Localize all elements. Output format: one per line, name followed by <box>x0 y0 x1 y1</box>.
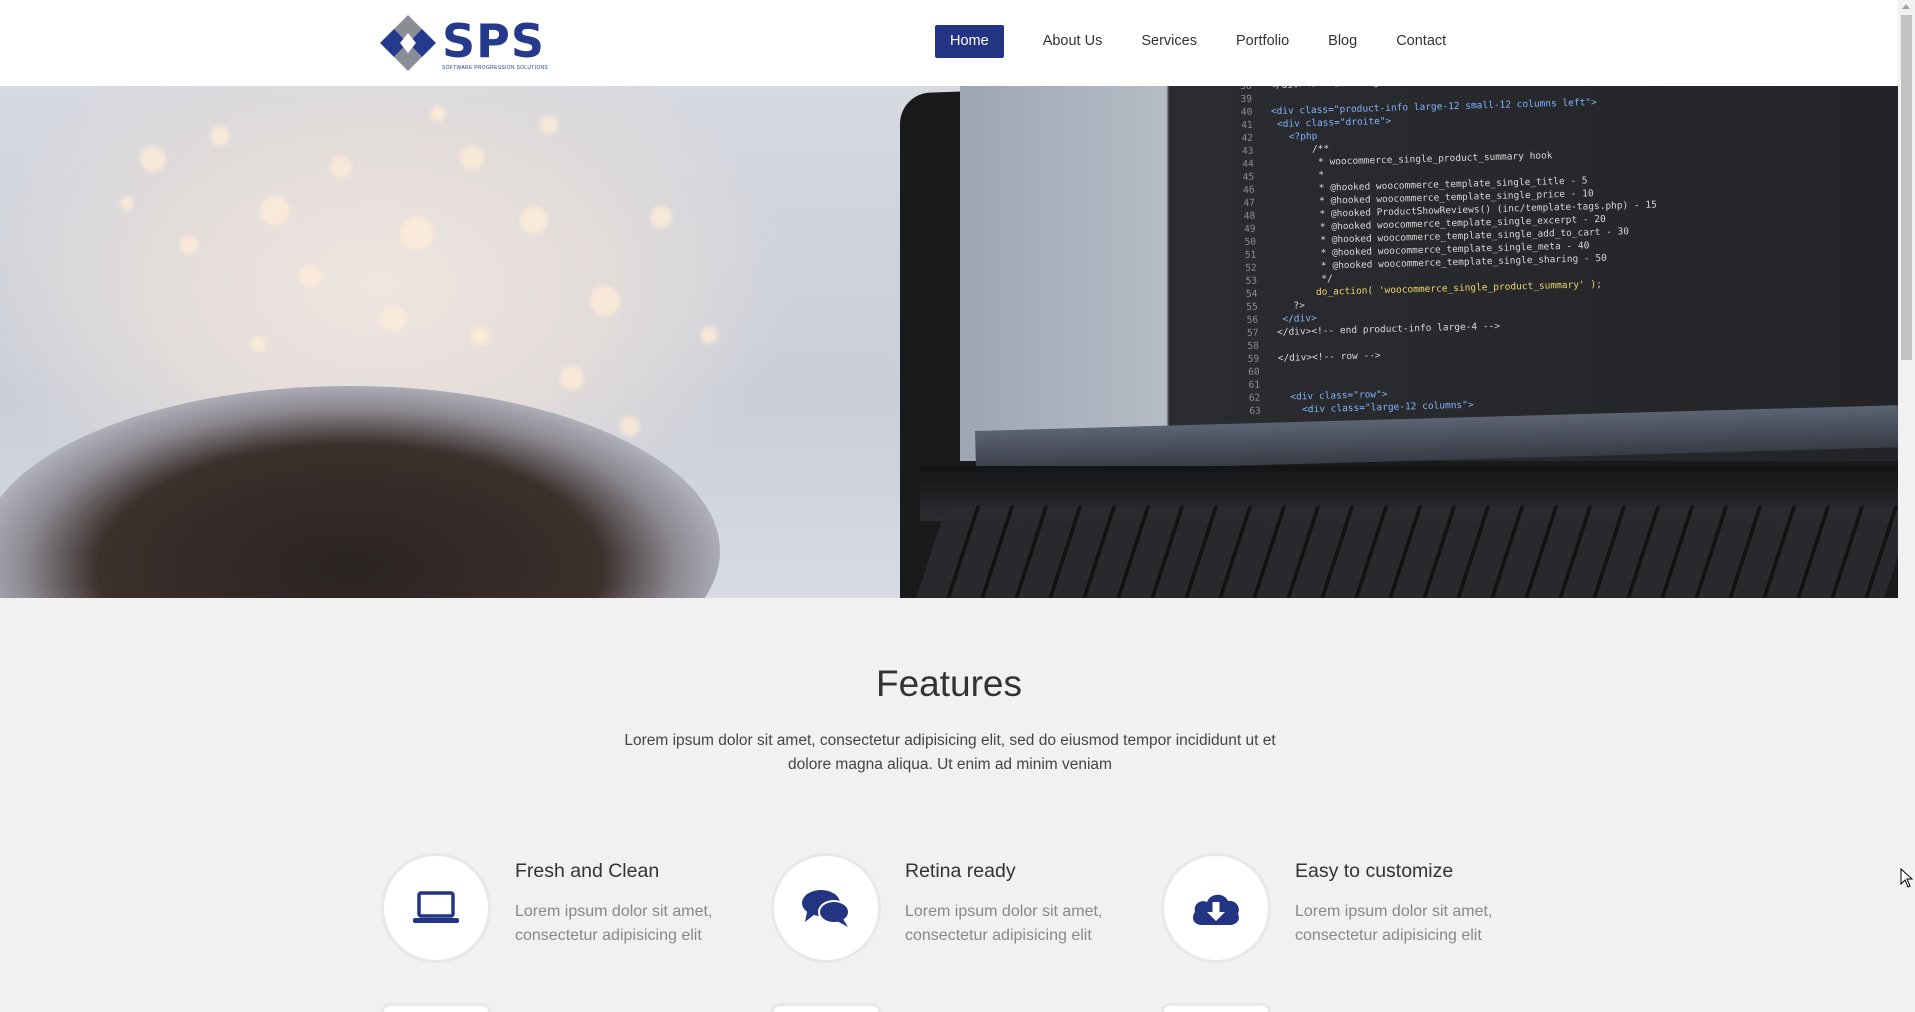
bokeh-light <box>430 106 446 122</box>
code-line-text: * <box>1272 169 1325 183</box>
bokeh-light <box>540 116 558 134</box>
feature-icon-circle-partial <box>381 1003 491 1012</box>
logo-diamond-icon <box>376 13 440 75</box>
code-line-number: 44 <box>1242 158 1254 170</box>
code-line-number: 45 <box>1242 171 1255 183</box>
nav-about-us[interactable]: About Us <box>1028 25 1118 58</box>
bokeh-light <box>260 196 290 226</box>
laptop-keyboard <box>913 506 1898 598</box>
feature-item: Fresh and Clean Lorem ipsum dolor sit am… <box>381 853 741 963</box>
feature-text: Lorem ipsum dolor sit amet, consectetur … <box>1295 903 1493 944</box>
code-line-number: 41 <box>1241 119 1253 131</box>
code-line-number: 61 <box>1248 379 1261 391</box>
bokeh-light <box>250 336 266 352</box>
code-line-number: 54 <box>1245 288 1258 300</box>
code-line-text: <?php <box>1271 130 1318 144</box>
bokeh-light <box>120 196 134 210</box>
logo-wordmark: SPS <box>442 13 545 68</box>
cloud-download-icon <box>1193 894 1239 925</box>
feature-icon-circle <box>381 853 491 963</box>
bokeh-light <box>400 216 434 250</box>
nav-blog[interactable]: Blog <box>1313 25 1372 58</box>
bokeh-light <box>380 306 406 332</box>
bokeh-light <box>590 286 620 316</box>
bokeh-light <box>460 146 484 170</box>
logo-tagline: SOFTWARE PROGRESSION SOLUTIONS <box>442 64 549 71</box>
bokeh-light <box>210 126 230 146</box>
feature-item: Easy to customize Lorem ipsum dolor sit … <box>1161 853 1521 963</box>
features-heading: Features <box>875 663 1022 704</box>
code-line-text: </div><!-- row --> <box>1277 350 1381 365</box>
comments-icon <box>802 890 850 927</box>
features-description: Lorem ipsum dolor sit amet, consectetur … <box>624 732 1276 773</box>
nav-services[interactable]: Services <box>1126 25 1212 58</box>
feature-title: Fresh and Clean <box>515 860 660 882</box>
code-line-number: 46 <box>1242 184 1255 196</box>
bokeh-light <box>330 156 352 178</box>
code-line-number: 57 <box>1246 327 1259 339</box>
feature-icon-circle <box>771 853 881 963</box>
code-line-text: /** <box>1271 143 1330 157</box>
bokeh-light <box>520 206 548 234</box>
code-line-number: 48 <box>1243 210 1256 222</box>
code-line-number: 60 <box>1248 366 1260 378</box>
code-editor-text: 38</div><!-- end large-6 - product-galle… <box>1234 86 1663 434</box>
code-line-number: 59 <box>1247 353 1260 365</box>
feature-icon-circle <box>1161 853 1271 963</box>
code-line-text: */ <box>1275 273 1333 287</box>
feature-text: Lorem ipsum dolor sit amet, consectetur … <box>905 903 1103 944</box>
code-line-number: 40 <box>1240 106 1253 118</box>
code-line-number: 52 <box>1245 262 1257 274</box>
feature-title: Retina ready <box>905 860 1016 882</box>
scroll-up-arrow-icon[interactable] <box>1902 4 1910 9</box>
mouse-cursor-icon <box>1900 868 1914 888</box>
bokeh-light <box>180 236 198 254</box>
bokeh-light <box>470 326 490 346</box>
code-line-number: 47 <box>1243 197 1256 209</box>
code-line-number: 63 <box>1249 405 1261 417</box>
feature-text: Lorem ipsum dolor sit amet, consectetur … <box>515 903 713 944</box>
code-line-number: 43 <box>1241 145 1254 157</box>
feature-icon-circle-partial <box>1161 1003 1271 1012</box>
nav-portfolio[interactable]: Portfolio <box>1221 25 1304 58</box>
code-line-number: 39 <box>1240 93 1253 105</box>
code-line-number: 56 <box>1246 314 1259 326</box>
code-line-number: 42 <box>1241 132 1254 144</box>
bokeh-light <box>650 206 672 228</box>
code-line-text: ?> <box>1276 300 1306 313</box>
code-line-number: 62 <box>1248 392 1261 404</box>
code-line-number: 49 <box>1244 223 1256 235</box>
nav-contact[interactable]: Contact <box>1381 25 1461 58</box>
code-line-number: 50 <box>1244 236 1257 248</box>
feature-item: Retina ready Lorem ipsum dolor sit amet,… <box>771 853 1131 963</box>
code-line-text: <div class="droite"> <box>1271 115 1392 131</box>
code-line-text: </div> <box>1276 312 1317 326</box>
feature-icon-circle-partial <box>771 1003 881 1012</box>
site-header: SPS SOFTWARE PROGRESSION SOLUTIONS Home … <box>0 0 1898 86</box>
code-line-number: 55 <box>1246 301 1258 313</box>
bokeh-light <box>620 416 640 436</box>
laptop-icon <box>413 891 459 923</box>
hero-banner: 38</div><!-- end large-6 - product-galle… <box>0 86 1898 598</box>
code-line-number: 53 <box>1245 275 1258 287</box>
bokeh-light <box>140 146 166 172</box>
page-scrollbar[interactable] <box>1898 0 1915 1012</box>
site-logo[interactable]: SPS SOFTWARE PROGRESSION SOLUTIONS <box>376 13 548 75</box>
feature-title: Easy to customize <box>1295 860 1454 882</box>
main-nav: Home About Us Services Portfolio Blog Co… <box>935 25 1470 58</box>
bokeh-light <box>700 326 718 344</box>
scrollbar-thumb[interactable] <box>1901 15 1912 360</box>
code-line-number: 58 <box>1247 340 1260 352</box>
nav-home[interactable]: Home <box>935 25 1004 58</box>
bokeh-light <box>300 266 322 288</box>
code-line-number: 51 <box>1244 249 1257 261</box>
bokeh-light <box>560 366 584 390</box>
